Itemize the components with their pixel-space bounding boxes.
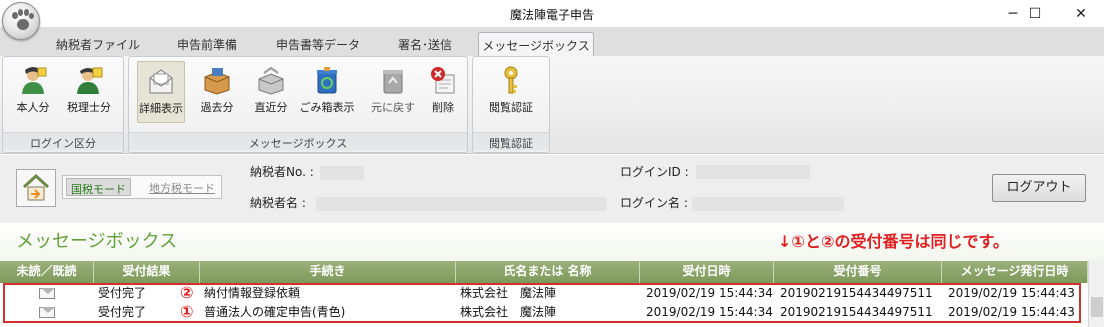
received-cell: 2019/02/19 15:44:34 xyxy=(646,286,773,300)
column-receipt-number[interactable]: 受付番号 xyxy=(774,261,942,283)
title-bar: 魔法陣電子申告 ─ ☐ ✕ xyxy=(0,0,1104,28)
tax-accountant-button[interactable]: 税理士分 xyxy=(65,61,113,123)
table-row[interactable]: 受付完了 ① 普通法人の確定申告(青色) 株式会社 魔法陣 2019/02/19… xyxy=(0,303,1088,322)
login-info-panel: 国税モード 地方税モード 納税者No. : 納税者名 : ログインID : ログ… xyxy=(0,155,1104,223)
taxpayer-no-value xyxy=(320,166,364,180)
tab-pre-filing[interactable]: 申告前準備 xyxy=(160,32,254,56)
local-tax-mode-link[interactable]: 地方税モード xyxy=(149,180,215,196)
tax-accountant-button-label: 税理士分 xyxy=(67,101,111,114)
login-id-value xyxy=(696,165,810,179)
procedure-cell: 納付情報登録依頼 xyxy=(204,286,301,300)
marker-cell: ① xyxy=(180,303,194,321)
browse-auth-group-label: 閲覧認証 xyxy=(473,132,549,150)
recent-button[interactable]: 直近分 xyxy=(247,61,295,123)
issued-cell: 2019/02/19 15:44:43 xyxy=(948,305,1075,319)
past-label: 過去分 xyxy=(200,101,234,114)
detail-view-icon xyxy=(149,69,173,94)
column-result[interactable]: 受付結果 xyxy=(94,261,200,283)
browse-auth-button[interactable]: 閲覧認証 xyxy=(487,61,535,123)
app-menu-orb-icon[interactable] xyxy=(2,2,40,40)
tab-filing-data[interactable]: 申告書等データ xyxy=(266,32,370,56)
message-box-group: 詳細表示 過去分 直近分 ごみ箱表示 元に戻す 削除 メッセージボックス xyxy=(128,56,468,153)
vertical-scrollbar[interactable] xyxy=(1088,261,1104,327)
issued-cell: 2019/02/19 15:44:43 xyxy=(948,286,1075,300)
page-title: メッセージボックス xyxy=(16,231,178,252)
restore-button[interactable]: 元に戻す xyxy=(369,61,417,123)
received-cell: 2019/02/19 15:44:34 xyxy=(646,305,773,319)
result-cell: 受付完了 xyxy=(98,286,147,300)
recent-label: 直近分 xyxy=(254,101,288,114)
annotation-note: ↓①と②の受付番号は同じです。 xyxy=(778,232,1009,251)
tab-taxpayer-file[interactable]: 納税者ファイル xyxy=(48,32,148,56)
window-title: 魔法陣電子申告 xyxy=(509,8,594,22)
delete-icon xyxy=(431,67,455,94)
detail-view-button[interactable]: 詳細表示 xyxy=(137,61,185,123)
result-cell: 受付完了 xyxy=(98,305,147,319)
recycle-bin-button[interactable]: ごみ箱表示 xyxy=(300,61,355,123)
past-button[interactable]: 過去分 xyxy=(193,61,241,123)
recycle-bin-label: ごみ箱表示 xyxy=(299,101,355,114)
column-procedure[interactable]: 手続き xyxy=(200,261,456,283)
taxpayer-name-value xyxy=(316,197,606,211)
name-cell: 株式会社 魔法陣 xyxy=(460,305,557,319)
message-box-group-label: メッセージボックス xyxy=(129,132,467,150)
self-button[interactable]: 本人分 xyxy=(9,61,57,123)
tax-mode-switch: 国税モード 地方税モード xyxy=(62,175,222,199)
login-name-value xyxy=(692,197,844,211)
number-cell: 20190219154434497511 xyxy=(780,286,933,300)
envelope-icon xyxy=(39,288,55,299)
tab-message-box[interactable]: メッセージボックス xyxy=(478,32,594,56)
table-row[interactable]: 受付完了 ② 納付情報登録依頼 株式会社 魔法陣 2019/02/19 15:4… xyxy=(0,284,1088,303)
tax-accountant-icon xyxy=(77,67,103,94)
logout-button[interactable]: ログアウト xyxy=(992,174,1086,202)
user-icon xyxy=(22,67,47,94)
detail-view-label: 詳細表示 xyxy=(139,102,183,115)
tab-sign-send[interactable]: 署名･送信 xyxy=(382,32,468,56)
self-button-label: 本人分 xyxy=(16,101,50,114)
browse-auth-label: 閲覧認証 xyxy=(489,101,533,114)
taxpayer-no-label: 納税者No. : xyxy=(250,165,314,179)
home-icon[interactable] xyxy=(16,169,56,207)
column-name[interactable]: 氏名または 名称 xyxy=(456,261,640,283)
taxpayer-name-label: 納税者名 : xyxy=(250,196,306,210)
envelope-icon xyxy=(39,307,55,318)
delete-button[interactable]: 削除 xyxy=(419,61,467,123)
maximize-button[interactable]: ☐ xyxy=(1012,0,1058,28)
column-received-at[interactable]: 受付日時 xyxy=(640,261,774,283)
column-issued-at[interactable]: メッセージ発行日時 xyxy=(942,261,1088,283)
restore-icon xyxy=(383,70,403,94)
close-button[interactable]: ✕ xyxy=(1058,0,1104,28)
marker-cell: ② xyxy=(180,284,194,302)
name-cell: 株式会社 魔法陣 xyxy=(460,286,557,300)
column-read-status[interactable]: 未読／既読 xyxy=(0,261,94,283)
procedure-cell: 普通法人の確定申告(青色) xyxy=(204,305,346,319)
delete-label: 削除 xyxy=(432,101,454,114)
login-id-label: ログインID : xyxy=(620,165,689,179)
login-group: 本人分 税理士分 ログイン区分 xyxy=(2,56,124,153)
national-tax-mode-button[interactable]: 国税モード xyxy=(66,178,131,196)
scrollbar-thumb[interactable] xyxy=(1091,297,1103,317)
login-name-label: ログイン名 : xyxy=(620,196,688,210)
ribbon-tabs: 納税者ファイル 申告前準備 申告書等データ 署名･送信 メッセージボックス xyxy=(0,28,1104,56)
number-cell: 20190219154434497511 xyxy=(780,305,933,319)
recycle-bin-icon xyxy=(317,67,337,94)
browse-auth-group: 閲覧認証 閲覧認証 xyxy=(472,56,550,153)
ribbon: 本人分 税理士分 ログイン区分 詳細表示 過去分 直近分 ごみ箱表示 元に戻す … xyxy=(0,56,1104,154)
key-icon xyxy=(504,66,518,94)
login-group-label: ログイン区分 xyxy=(3,132,123,150)
recent-box-icon xyxy=(258,66,284,95)
table-header: 未読／既読 受付結果 手続き 氏名または 名称 受付日時 受付番号 メッセージ発… xyxy=(0,261,1088,283)
past-box-icon xyxy=(204,68,230,95)
